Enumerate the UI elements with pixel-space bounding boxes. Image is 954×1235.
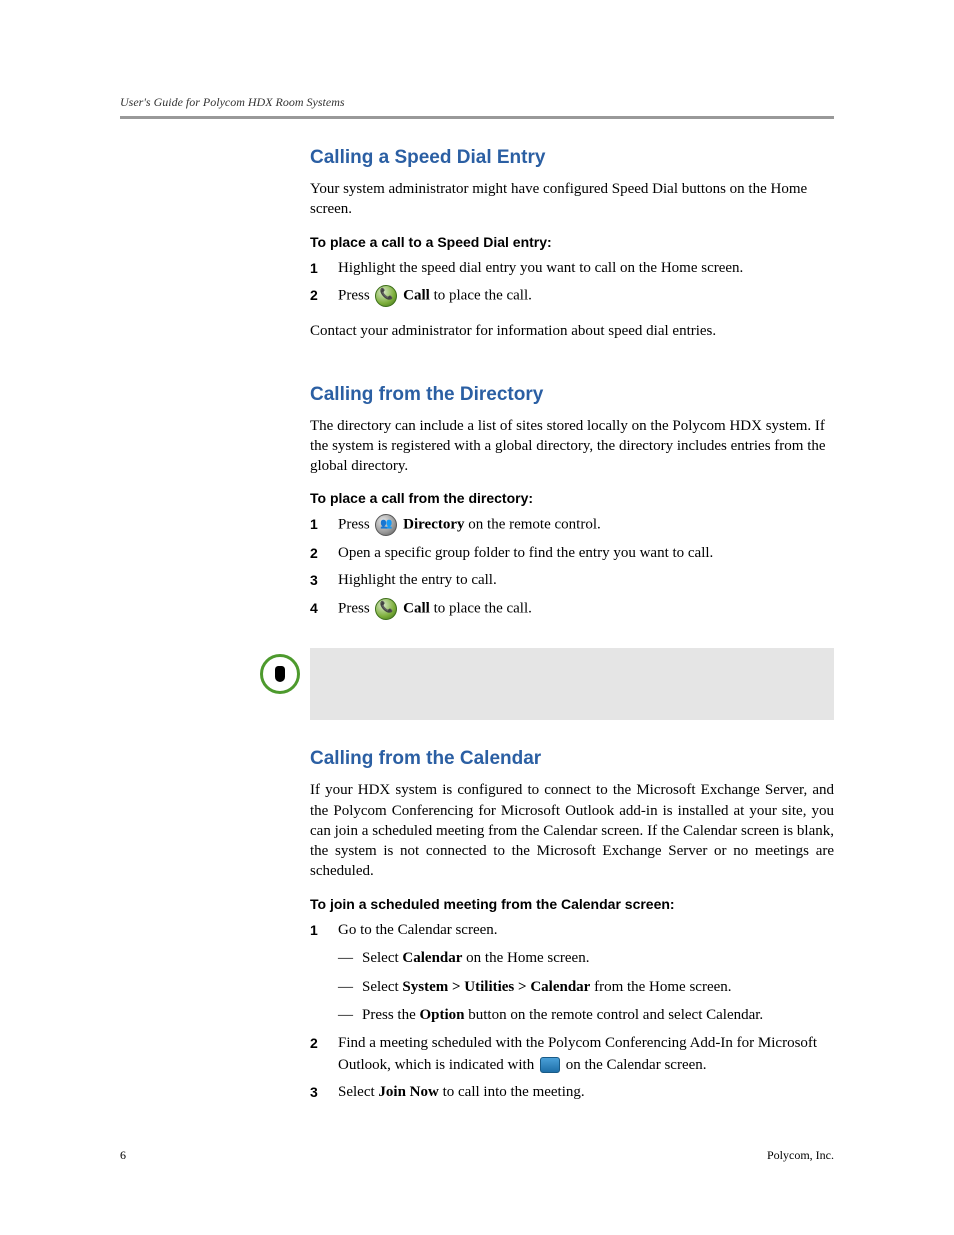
step: Open a specific group folder to find the… xyxy=(310,543,834,565)
step: Press 📞 Call to place the call. xyxy=(310,598,834,620)
paragraph: Contact your administrator for informati… xyxy=(310,321,834,341)
text: Press xyxy=(338,288,373,304)
step: Select Join Now to call into the meeting… xyxy=(310,1082,834,1104)
step: Find a meeting scheduled with the Polyco… xyxy=(310,1033,834,1077)
heading-directory: Calling from the Directory xyxy=(310,384,834,406)
step-list: Go to the Calendar screen. Select Calend… xyxy=(310,920,834,1105)
label-option: Option xyxy=(420,1007,465,1023)
label-directory: Directory xyxy=(403,517,464,533)
text: Select xyxy=(362,950,402,966)
directory-icon: 👥 xyxy=(375,514,397,536)
paragraph: If your HDX system is configured to conn… xyxy=(310,780,834,881)
procedure-title: To place a call to a Speed Dial entry: xyxy=(310,234,834,250)
step-list: Press 👥 Directory on the remote control.… xyxy=(310,514,834,620)
note-icon-column xyxy=(260,648,310,694)
text: Select xyxy=(338,1084,378,1100)
step-list: Highlight the speed dial entry you want … xyxy=(310,258,834,308)
text: from the Home screen. xyxy=(590,979,731,995)
label-call: Call xyxy=(403,601,430,617)
sub-step: Select System > Utilities > Calendar fro… xyxy=(338,976,834,999)
call-icon: 📞 xyxy=(375,598,397,620)
paragraph: Your system administrator might have con… xyxy=(310,179,834,220)
paragraph: The directory can include a list of site… xyxy=(310,416,834,477)
note-icon xyxy=(260,654,300,694)
text: to place the call. xyxy=(434,601,532,617)
sub-step: Press the Option button on the remote co… xyxy=(338,1004,834,1027)
text: on the Calendar screen. xyxy=(566,1057,707,1073)
note-block xyxy=(260,648,834,720)
footer: 6 Polycom, Inc. xyxy=(120,1148,834,1163)
note-body xyxy=(310,648,834,720)
text: on the remote control. xyxy=(468,517,600,533)
text: Press the xyxy=(362,1007,420,1023)
text: Select xyxy=(362,979,402,995)
section-speed-dial: Calling a Speed Dial Entry Your system a… xyxy=(310,147,834,342)
text: to call into the meeting. xyxy=(439,1084,585,1100)
section-calendar: Calling from the Calendar If your HDX sy… xyxy=(310,748,834,1104)
procedure-title: To place a call from the directory: xyxy=(310,490,834,506)
meeting-indicator-icon xyxy=(540,1057,560,1073)
section-directory: Calling from the Directory The directory… xyxy=(310,384,834,621)
text: Press xyxy=(338,601,373,617)
running-header: User's Guide for Polycom HDX Room System… xyxy=(120,95,834,110)
text: button on the remote control and select … xyxy=(465,1007,764,1023)
text: to place the call. xyxy=(434,288,532,304)
heading-speed-dial: Calling a Speed Dial Entry xyxy=(310,147,834,169)
sub-list: Select Calendar on the Home screen. Sele… xyxy=(338,947,834,1027)
label-call: Call xyxy=(403,288,430,304)
step: Highlight the speed dial entry you want … xyxy=(310,258,834,280)
label-join-now: Join Now xyxy=(378,1084,438,1100)
text: Press xyxy=(338,517,373,533)
text: Go to the Calendar screen. xyxy=(338,922,498,938)
page: User's Guide for Polycom HDX Room System… xyxy=(0,0,954,1235)
heading-calendar: Calling from the Calendar xyxy=(310,748,834,770)
label-calendar: Calendar xyxy=(402,950,462,966)
sub-step: Select Calendar on the Home screen. xyxy=(338,947,834,970)
call-icon: 📞 xyxy=(375,285,397,307)
page-number: 6 xyxy=(120,1148,126,1163)
label-nav-path: System > Utilities > Calendar xyxy=(402,979,590,995)
company-name: Polycom, Inc. xyxy=(767,1148,834,1163)
step: Highlight the entry to call. xyxy=(310,570,834,592)
step: Press 👥 Directory on the remote control. xyxy=(310,514,834,536)
header-rule xyxy=(120,116,834,119)
text: on the Home screen. xyxy=(462,950,589,966)
step: Go to the Calendar screen. Select Calend… xyxy=(310,920,834,1027)
procedure-title: To join a scheduled meeting from the Cal… xyxy=(310,896,834,912)
step: Press 📞 Call to place the call. xyxy=(310,285,834,307)
